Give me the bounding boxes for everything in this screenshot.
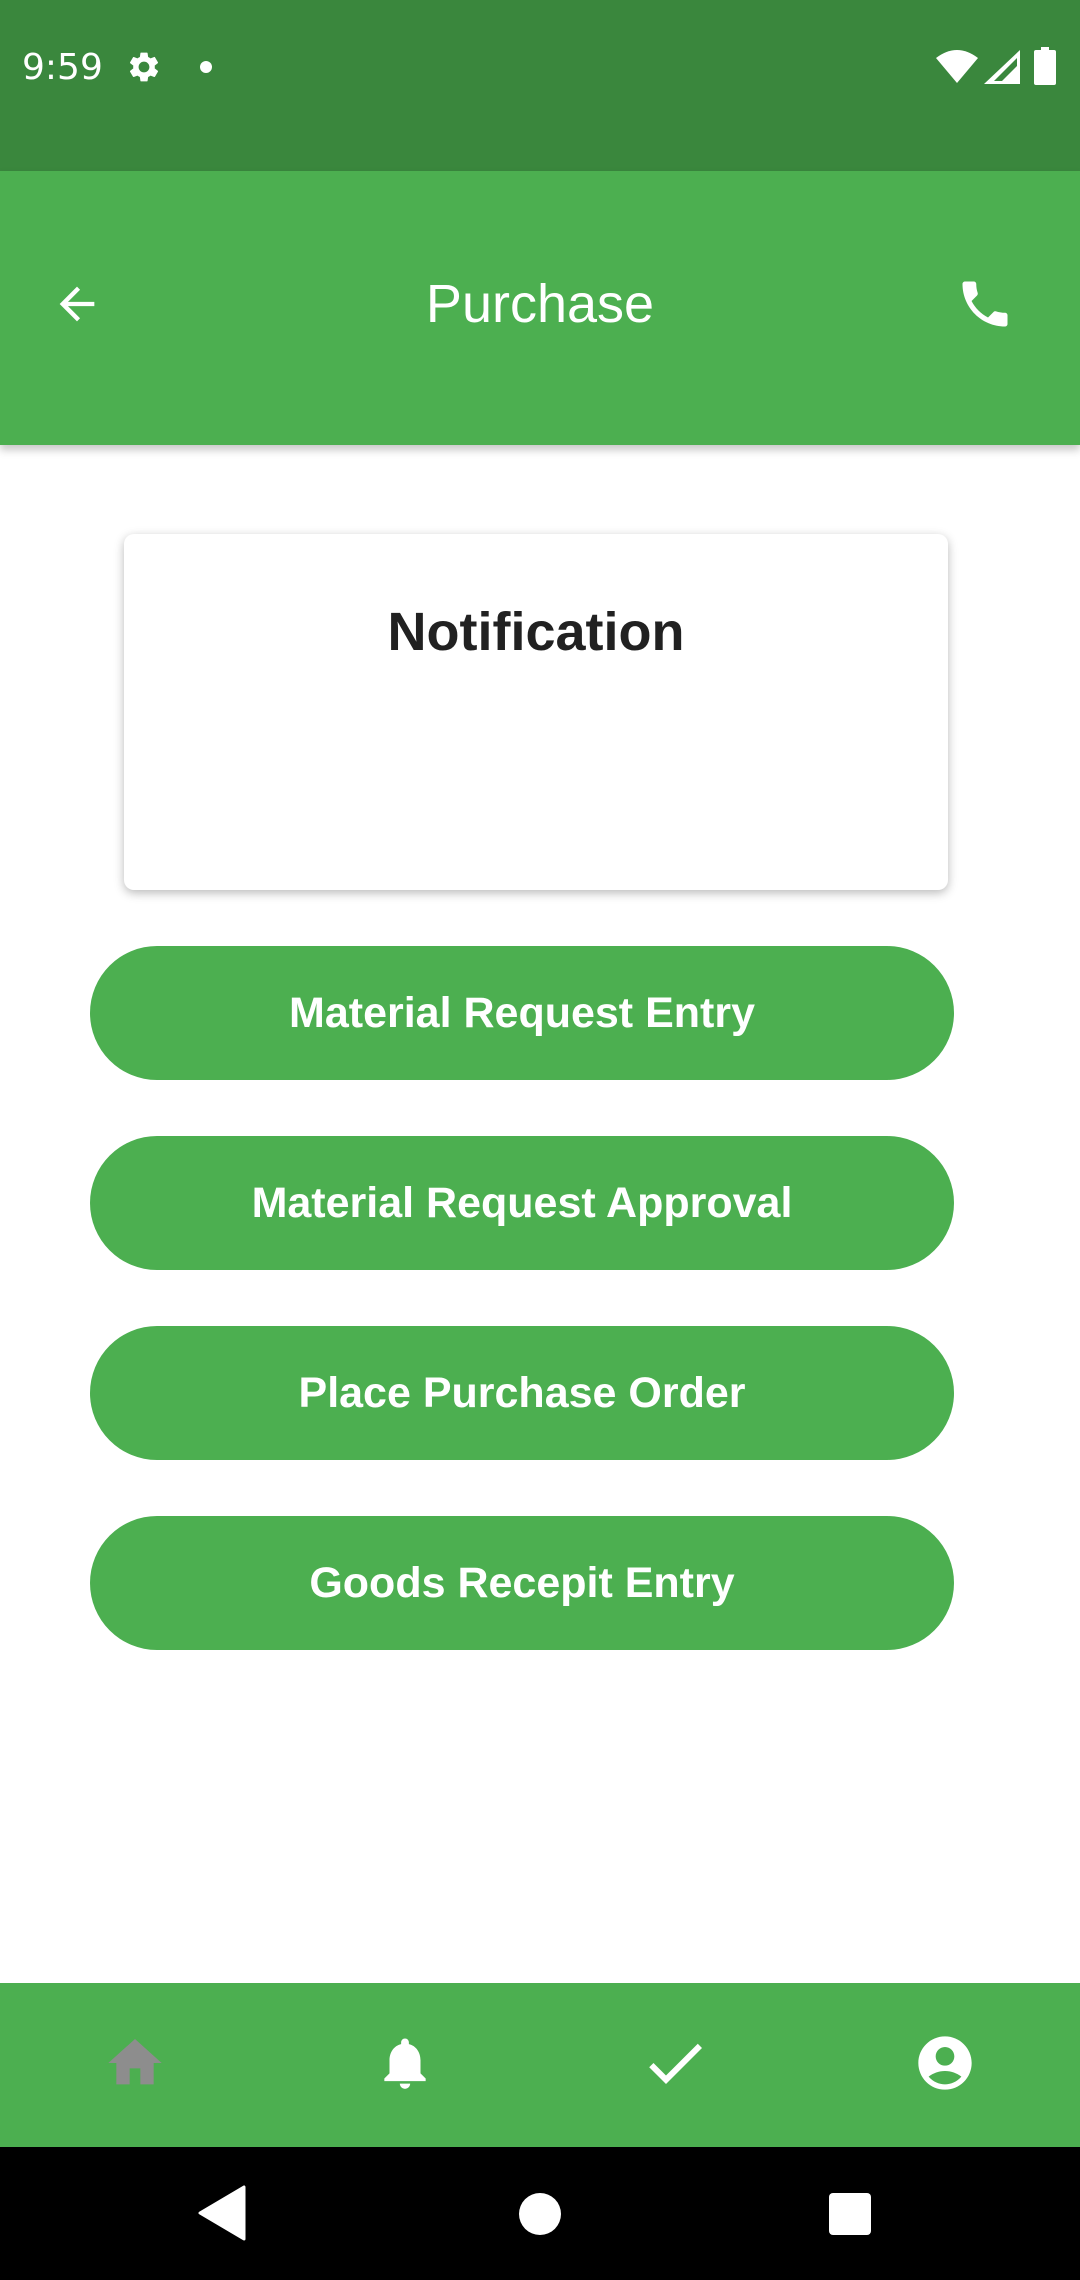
bottom-navigation [0,1983,1080,2147]
system-home-icon[interactable] [519,2193,561,2235]
notification-dot-icon [200,61,212,73]
notification-title: Notification [387,602,685,662]
system-back-icon[interactable] [198,2185,246,2246]
nav-item-profile[interactable] [810,1983,1080,2147]
gear-icon [126,49,162,90]
material-request-entry-button[interactable]: Material Request Entry [90,946,954,1080]
wifi-icon [936,50,978,89]
status-time: 9:59 [22,47,103,88]
check-icon [639,2027,711,2104]
material-request-approval-button[interactable]: Material Request Approval [90,1136,954,1270]
battery-icon [1034,47,1056,90]
signal-icon [984,50,1020,89]
status-bar: 9:59 [0,0,1080,171]
system-recents-icon[interactable] [829,2193,871,2235]
bell-icon [374,2032,436,2099]
phone-icon[interactable] [952,271,1018,337]
notification-card: Notification [124,534,948,890]
goods-receipt-entry-button[interactable]: Goods Recepit Entry [90,1516,954,1650]
nav-item-notifications[interactable] [270,1983,540,2147]
place-purchase-order-button[interactable]: Place Purchase Order [90,1326,954,1460]
account-icon [913,2031,977,2100]
app-bar: Purchase [0,171,1080,445]
nav-item-home[interactable] [0,1983,270,2147]
home-icon [103,2031,167,2100]
page-title: Purchase [425,274,655,334]
system-navigation-bar [0,2147,1080,2280]
nav-item-approvals[interactable] [540,1983,810,2147]
